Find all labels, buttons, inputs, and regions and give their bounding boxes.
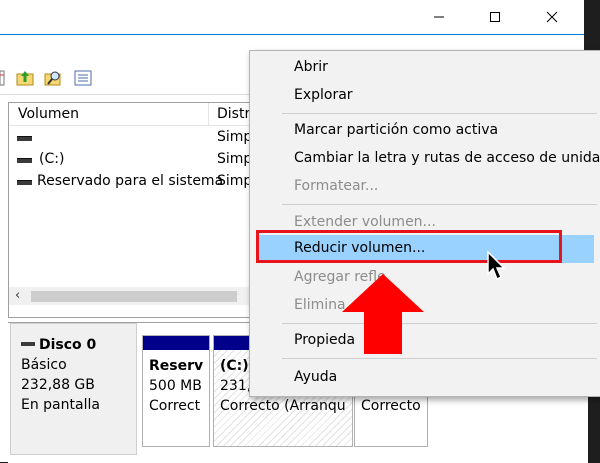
partition-label: (C:) — [220, 358, 249, 374]
volume-name: (C:) — [39, 151, 65, 167]
scroll-left-icon[interactable]: ‹ — [15, 287, 20, 305]
menu-item-marcar-activa[interactable]: Marcar partición como activa — [294, 122, 498, 138]
search-folder-icon[interactable] — [44, 70, 62, 86]
volume-icon — [17, 136, 32, 141]
partition-status: Correcto — [361, 398, 421, 414]
disk-status: En pantalla — [21, 397, 100, 413]
menu-item-cambiar-letra[interactable]: Cambiar la letra y rutas de acceso de un… — [294, 150, 600, 166]
close-button[interactable] — [529, 0, 575, 34]
disk-size: 232,88 GB — [21, 377, 95, 393]
menu-item-formatear[interactable]: Formatear... — [294, 178, 378, 194]
column-header-volume[interactable]: Volumen — [18, 106, 79, 122]
minimize-button[interactable] — [416, 0, 462, 34]
partition-size: 500 MB — [149, 378, 202, 394]
menu-item-ayuda[interactable]: Ayuda — [294, 369, 337, 385]
column-divider[interactable] — [208, 103, 209, 125]
close-icon — [546, 11, 558, 23]
volume-name: Reservado para el sistema — [37, 173, 224, 189]
menu-item-explorar[interactable]: Explorar — [294, 87, 353, 103]
title-bar — [0, 0, 584, 35]
menu-separator — [282, 323, 597, 324]
menu-item-abrir[interactable]: Abrir — [294, 59, 328, 75]
partition-label: Reserv — [149, 358, 204, 374]
mouse-cursor-icon — [487, 250, 506, 281]
partition-status: Correcto (Arranqu — [220, 398, 346, 414]
partition-status: Correct — [149, 398, 201, 414]
volume-layout: Simp — [217, 173, 253, 189]
volume-layout: Simp — [217, 151, 253, 167]
disk-type: Básico — [21, 357, 67, 373]
partition-reserved[interactable]: Reserv 500 MB Correct — [142, 335, 210, 447]
menu-separator — [282, 204, 597, 205]
disk-name: Disco 0 — [39, 337, 97, 353]
volume-icon — [17, 180, 32, 185]
scrollbar-thumb[interactable] — [31, 291, 237, 302]
partition-bar — [143, 336, 209, 350]
folder-up-icon[interactable] — [16, 70, 34, 86]
maximize-icon — [490, 12, 500, 22]
volume-icon — [17, 158, 32, 163]
menu-separator — [282, 358, 597, 359]
minimize-icon — [434, 16, 444, 18]
red-arrow-icon — [342, 274, 424, 354]
disk-icon — [21, 342, 35, 346]
volume-layout: Simp — [217, 129, 253, 145]
menu-separator — [282, 113, 597, 114]
highlight-box — [256, 230, 562, 263]
maximize-button[interactable] — [472, 0, 518, 34]
menu-item-extender-volumen[interactable]: Extender volumen... — [294, 214, 436, 230]
disk-info[interactable]: Disco 0 Básico 232,88 GB En pantalla — [10, 323, 137, 455]
list-view-icon[interactable] — [74, 70, 92, 86]
